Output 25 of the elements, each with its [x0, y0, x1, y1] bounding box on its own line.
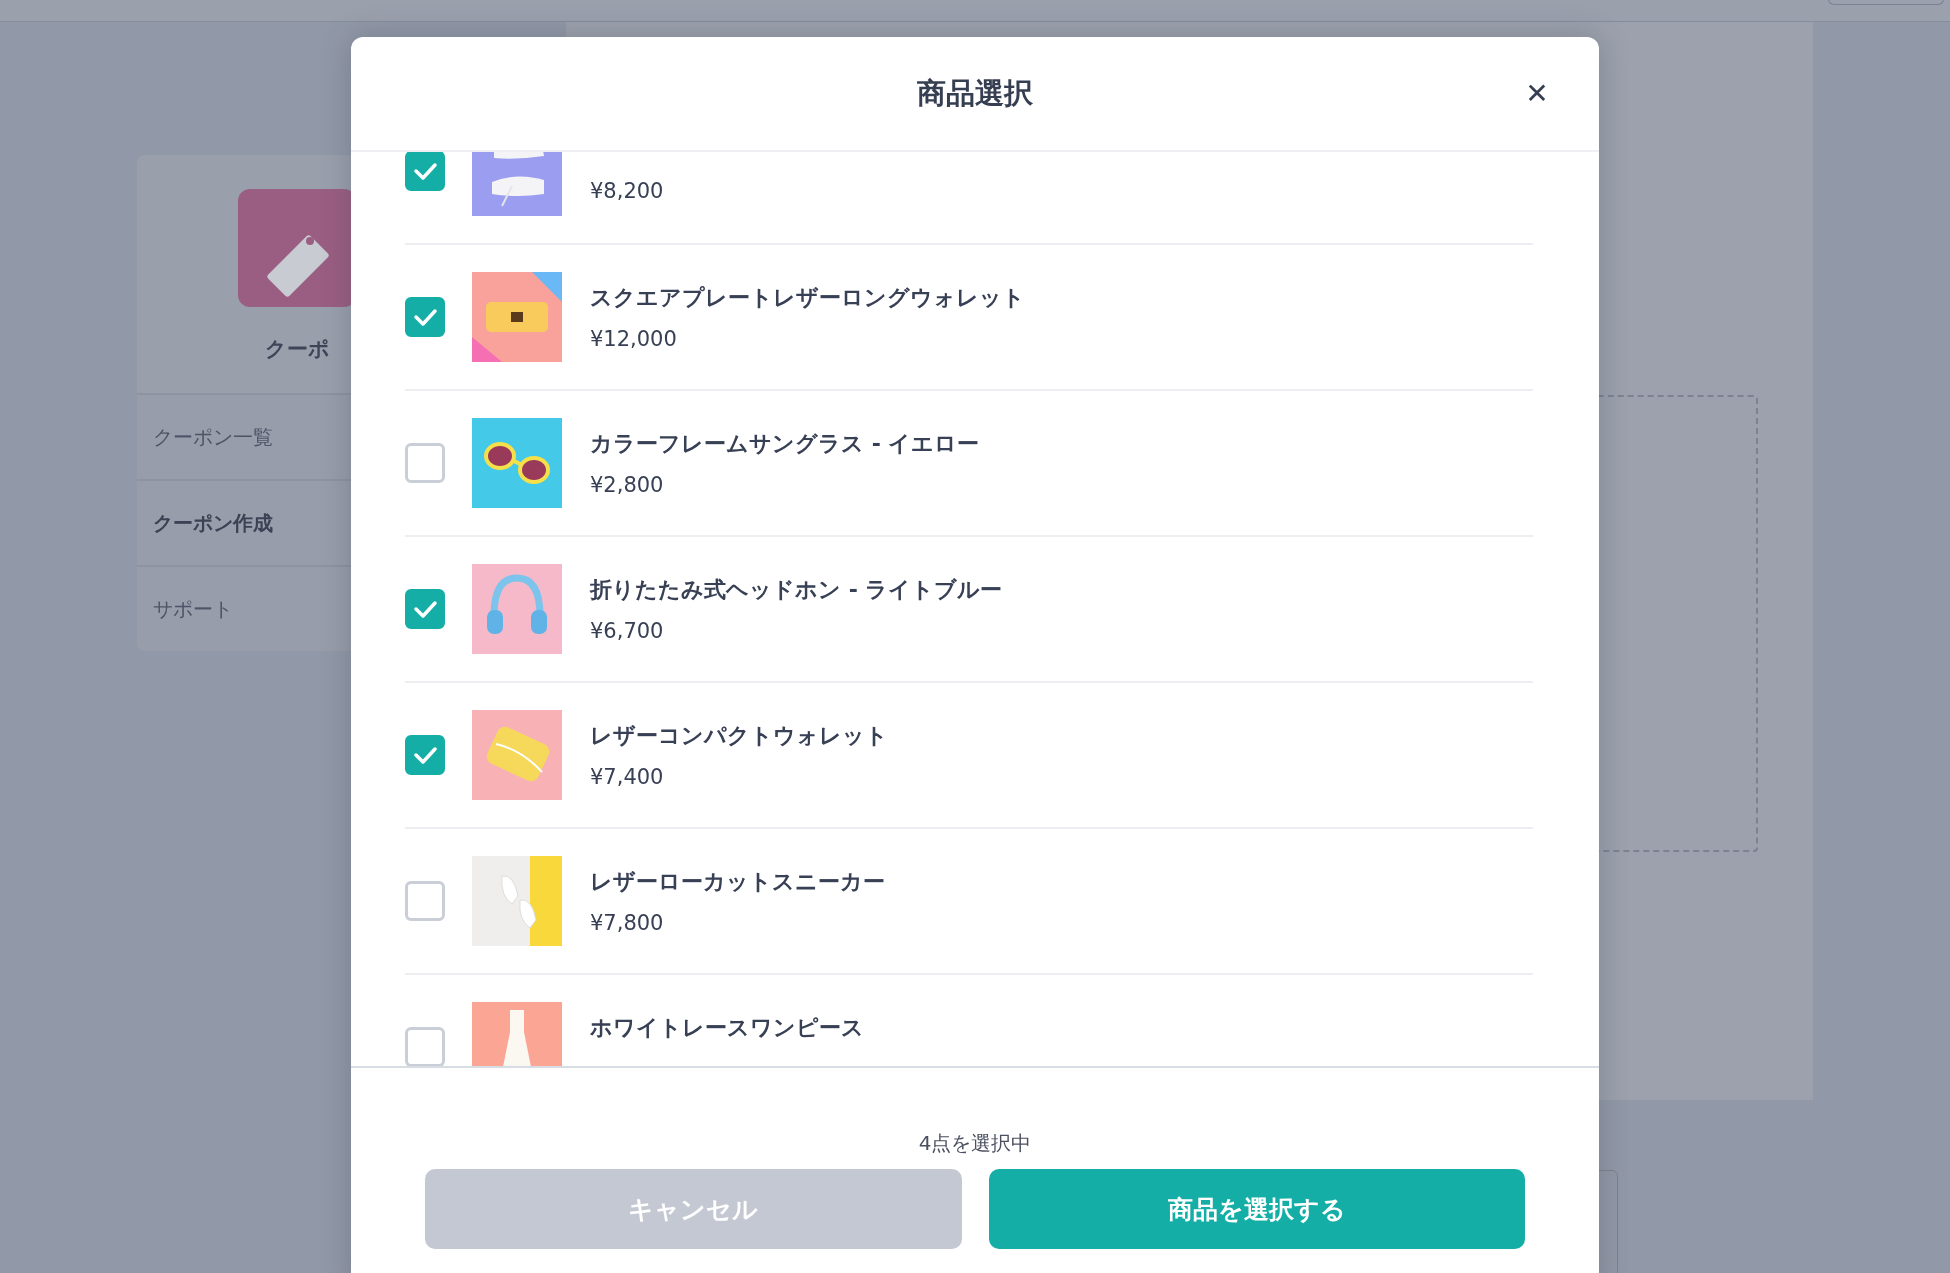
- product-price: ¥8,200: [590, 179, 664, 203]
- product-name: レザーコンパクトウォレット: [590, 722, 888, 750]
- close-button[interactable]: ✕: [1519, 75, 1555, 111]
- product-price: ¥7,400: [590, 765, 665, 789]
- modal-title: 商品選択: [917, 74, 1033, 112]
- product-price: ¥12,000: [590, 327, 678, 351]
- select-button[interactable]: 商品を選択する: [988, 1169, 1525, 1249]
- product-name: レザーローカットスニーカー: [590, 868, 885, 896]
- cancel-button[interactable]: キャンセル: [425, 1169, 962, 1249]
- checkbox[interactable]: [405, 1027, 445, 1066]
- product-price: ¥7,800: [590, 911, 665, 935]
- product-name: ホワイトレースワンピース: [590, 1013, 864, 1042]
- checkbox[interactable]: [405, 443, 445, 483]
- checkbox[interactable]: [405, 589, 445, 629]
- checkbox[interactable]: [405, 735, 445, 775]
- sidebar-title: クーポ: [264, 336, 330, 363]
- selection-count: 4点を選択中: [918, 1130, 1032, 1157]
- checkbox[interactable]: [405, 297, 445, 337]
- product-name: 折りたたみ式ヘッドホン - ライトブルー: [590, 576, 1003, 604]
- product-name: スクエアプレートレザーロングウォレット: [590, 284, 1025, 312]
- checkbox[interactable]: [405, 152, 445, 191]
- product-price: ¥6,700: [590, 619, 665, 643]
- product-price: ¥2,800: [590, 473, 665, 497]
- product-name: カラーフレームサングラス - イエロー: [590, 430, 980, 458]
- checkbox[interactable]: [405, 881, 445, 921]
